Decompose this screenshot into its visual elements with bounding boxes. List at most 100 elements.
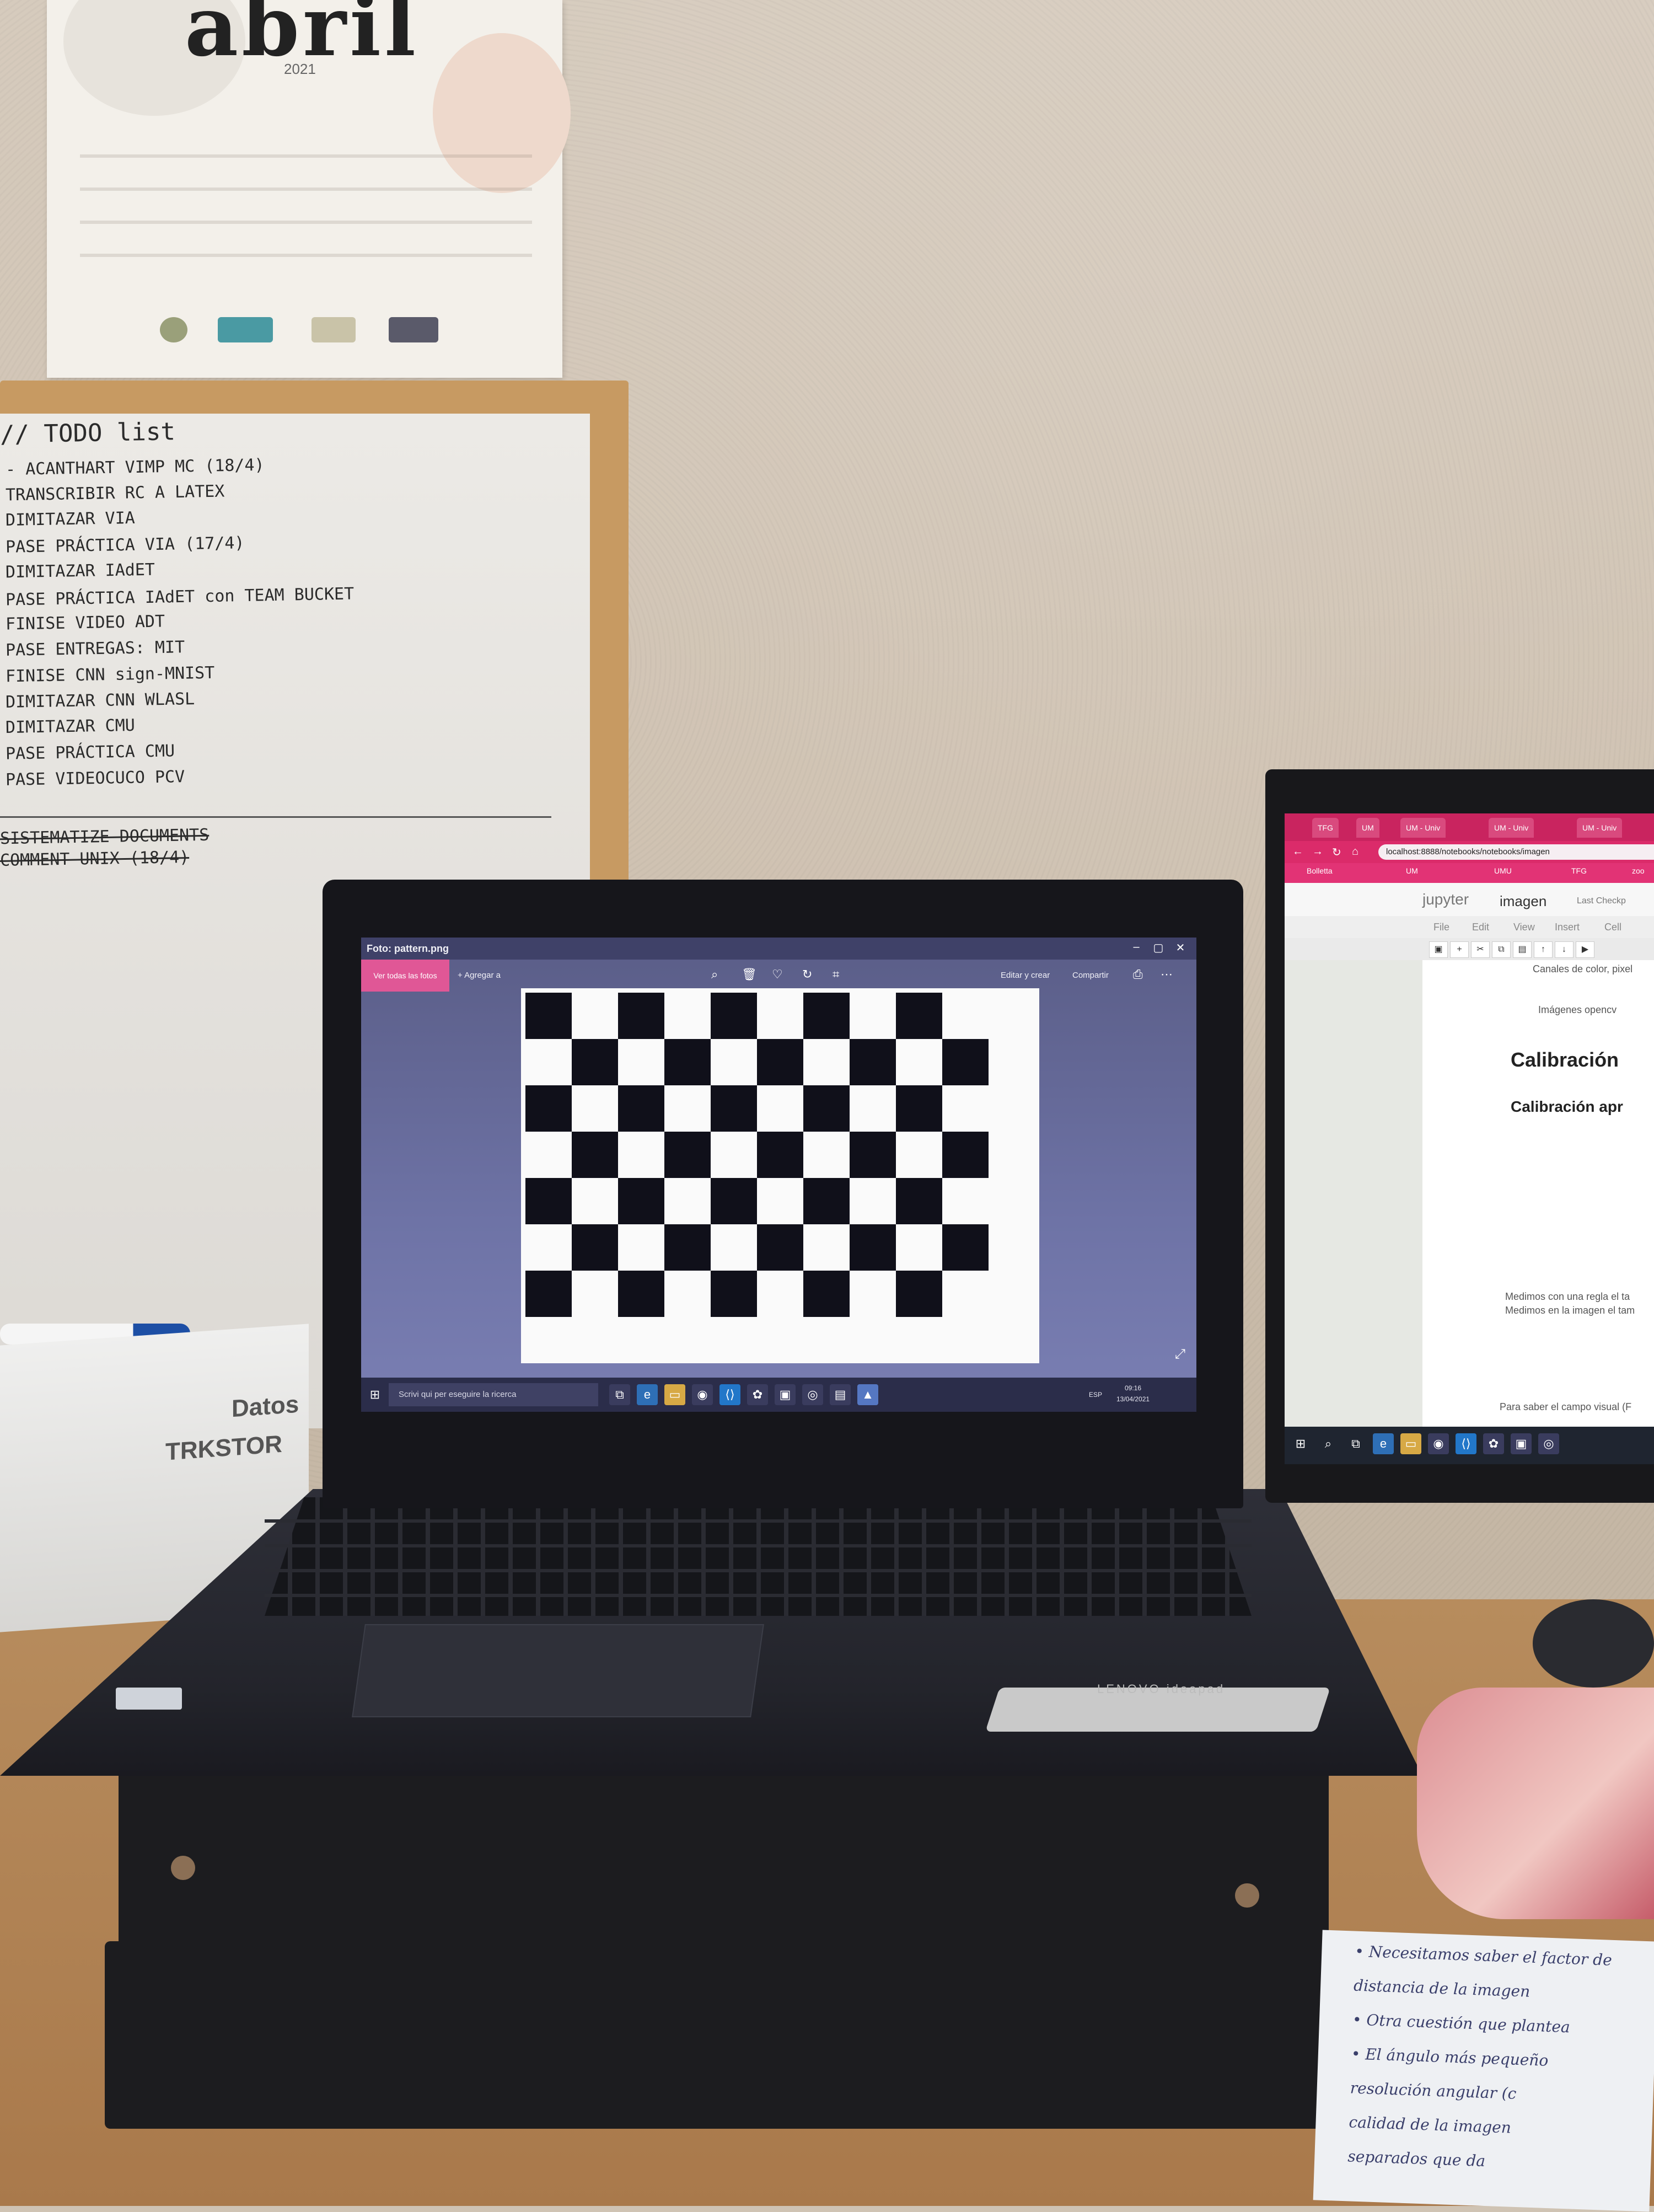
folder-icon[interactable]: ▭ — [664, 1384, 685, 1405]
bookmark[interactable]: Bolletta — [1307, 866, 1333, 875]
app-icon[interactable]: ▤ — [830, 1384, 851, 1405]
checker-square — [896, 1085, 942, 1132]
bookmark[interactable]: UM — [1406, 866, 1418, 875]
menu-view[interactable]: View — [1513, 922, 1535, 933]
app-icon[interactable]: ▣ — [775, 1384, 796, 1405]
jupyter-logo[interactable]: jupyter — [1422, 891, 1469, 908]
app-icon[interactable]: ◎ — [1538, 1433, 1559, 1454]
trash-icon[interactable]: 🗑 — [742, 967, 757, 982]
cut-icon[interactable]: ✂ — [1471, 941, 1490, 958]
heart-icon[interactable]: ♡ — [772, 967, 783, 982]
see-all-photos-button[interactable]: Ver todas las fotos — [361, 960, 449, 992]
windows-start-icon[interactable]: ⊞ — [364, 1384, 385, 1405]
reload-icon[interactable]: ↻ — [1332, 845, 1341, 859]
checker-square — [572, 1039, 618, 1085]
notebook-margin — [1285, 960, 1422, 1429]
binder-bottom — [105, 1941, 1323, 2129]
save-icon[interactable]: ▣ — [1429, 941, 1448, 958]
calendar-row — [80, 221, 532, 224]
checker-square — [757, 1224, 803, 1271]
add-to-label: Agregar a — [464, 971, 501, 980]
browser-tab[interactable]: UM - Univ — [1400, 818, 1446, 838]
rotate-icon[interactable]: ↻ — [802, 967, 812, 982]
add-to-button[interactable]: + Agregar a — [458, 971, 501, 980]
task-view-icon[interactable]: ⧉ — [609, 1384, 630, 1405]
checker-square — [803, 1085, 850, 1132]
calendar-logo — [160, 317, 187, 342]
vscode-icon[interactable]: ⟨⟩ — [719, 1384, 740, 1405]
expand-icon[interactable]: ⤢ — [1175, 1347, 1185, 1362]
tray-date[interactable]: 13/04/2021 — [1116, 1395, 1150, 1403]
vscode-icon[interactable]: ⟨⟩ — [1456, 1433, 1476, 1454]
menu-edit[interactable]: Edit — [1472, 922, 1489, 933]
zoom-icon[interactable]: ⌕ — [711, 967, 718, 982]
photos-icon[interactable]: ▲ — [857, 1384, 878, 1405]
bookmark[interactable]: TFG — [1571, 866, 1587, 875]
browser-tab[interactable]: UM - Univ — [1577, 818, 1623, 838]
task-view-icon[interactable]: ⧉ — [1345, 1433, 1366, 1454]
browser-tab[interactable]: UM — [1356, 818, 1379, 838]
app-icon[interactable]: ✿ — [747, 1384, 768, 1405]
jupyter-toolbar: ▣ + ✂ ⧉ ▤ ↑ ↓ ▶ — [1285, 938, 1654, 960]
todo-item: DIMITAZAR VIA — [5, 508, 136, 531]
tray-time[interactable]: 09:16 — [1125, 1384, 1141, 1392]
share-button[interactable]: Compartir — [1072, 971, 1109, 980]
chrome-icon[interactable]: ◉ — [1428, 1433, 1449, 1454]
binder-rivet — [171, 1856, 195, 1880]
notebook-name[interactable]: imagen — [1500, 893, 1546, 910]
tray-language[interactable]: ESP — [1089, 1391, 1102, 1399]
close-icon[interactable]: ✕ — [1172, 941, 1189, 956]
search-icon[interactable]: ⌕ — [1318, 1433, 1339, 1454]
maximize-icon[interactable]: ▢ — [1150, 941, 1167, 956]
crop-icon[interactable]: ⌗ — [833, 967, 839, 982]
bookmark[interactable]: zoo — [1632, 866, 1645, 875]
print-icon[interactable]: ⎙ — [1133, 967, 1143, 982]
move-down-icon[interactable]: ↓ — [1555, 941, 1574, 958]
paste-icon[interactable]: ▤ — [1513, 941, 1532, 958]
folder-icon[interactable]: ▭ — [1400, 1433, 1421, 1454]
whiteboard-divider — [0, 816, 551, 818]
back-icon[interactable]: ← — [1292, 845, 1303, 858]
jupyter-menu: File Edit View Insert Cell — [1285, 916, 1654, 938]
edge-icon[interactable]: e — [1373, 1433, 1394, 1454]
add-cell-icon[interactable]: + — [1450, 941, 1469, 958]
handwritten-notes: • Necesitamos saber el factor de distanci… — [1313, 1930, 1654, 2212]
checker-square — [711, 1178, 757, 1224]
home-icon[interactable]: ⌂ — [1352, 845, 1358, 858]
menu-insert[interactable]: Insert — [1555, 922, 1580, 933]
url-input[interactable]: localhost:8888/notebooks/notebooks/image… — [1378, 844, 1654, 860]
todo-item-done: COMMENT UNIX (18/4) — [0, 848, 190, 870]
touchpad[interactable] — [352, 1624, 764, 1717]
app-icon[interactable]: ◎ — [802, 1384, 823, 1405]
laptop-keyboard[interactable] — [265, 1497, 1252, 1616]
app-icon[interactable]: ▣ — [1511, 1433, 1532, 1454]
notebook-link[interactable]: Imágenes opencv — [1538, 1004, 1617, 1016]
notebook-text: Medimos en la imagen el tam — [1505, 1305, 1635, 1316]
minimize-icon[interactable]: – — [1127, 941, 1145, 956]
menu-file[interactable]: File — [1433, 922, 1449, 933]
menu-cell[interactable]: Cell — [1604, 922, 1621, 933]
move-up-icon[interactable]: ↑ — [1534, 941, 1553, 958]
edge-icon[interactable]: e — [637, 1384, 658, 1405]
browser-tab[interactable]: TFG — [1312, 818, 1339, 838]
calendar-row — [80, 188, 532, 191]
checker-square — [525, 1178, 572, 1224]
photos-toolbar: Ver todas las fotos + Agregar a ⌕ 🗑 ♡ ↻ … — [361, 960, 1196, 992]
checker-square — [850, 1132, 896, 1178]
browser-tab[interactable]: UM - Univ — [1489, 818, 1534, 838]
chrome-icon[interactable]: ◉ — [692, 1384, 713, 1405]
app-icon[interactable]: ✿ — [1483, 1433, 1504, 1454]
checker-square — [850, 1224, 896, 1271]
checker-square — [618, 1178, 664, 1224]
checker-square — [803, 993, 850, 1039]
taskbar-search[interactable]: Scrivi qui per eseguire la ricerca — [389, 1383, 598, 1406]
bookmark[interactable]: UMU — [1494, 866, 1512, 875]
todo-item: PASE PRÁCTICA CMU — [5, 741, 175, 764]
run-icon[interactable]: ▶ — [1576, 941, 1594, 958]
edit-create-button[interactable]: Editar y crear — [1001, 971, 1050, 980]
windows-start-icon[interactable]: ⊞ — [1290, 1433, 1311, 1454]
copy-icon[interactable]: ⧉ — [1492, 941, 1511, 958]
note-line: resolución angular (c — [1350, 2079, 1517, 2103]
more-icon[interactable]: ⋯ — [1161, 967, 1173, 982]
forward-icon[interactable]: → — [1312, 845, 1323, 858]
